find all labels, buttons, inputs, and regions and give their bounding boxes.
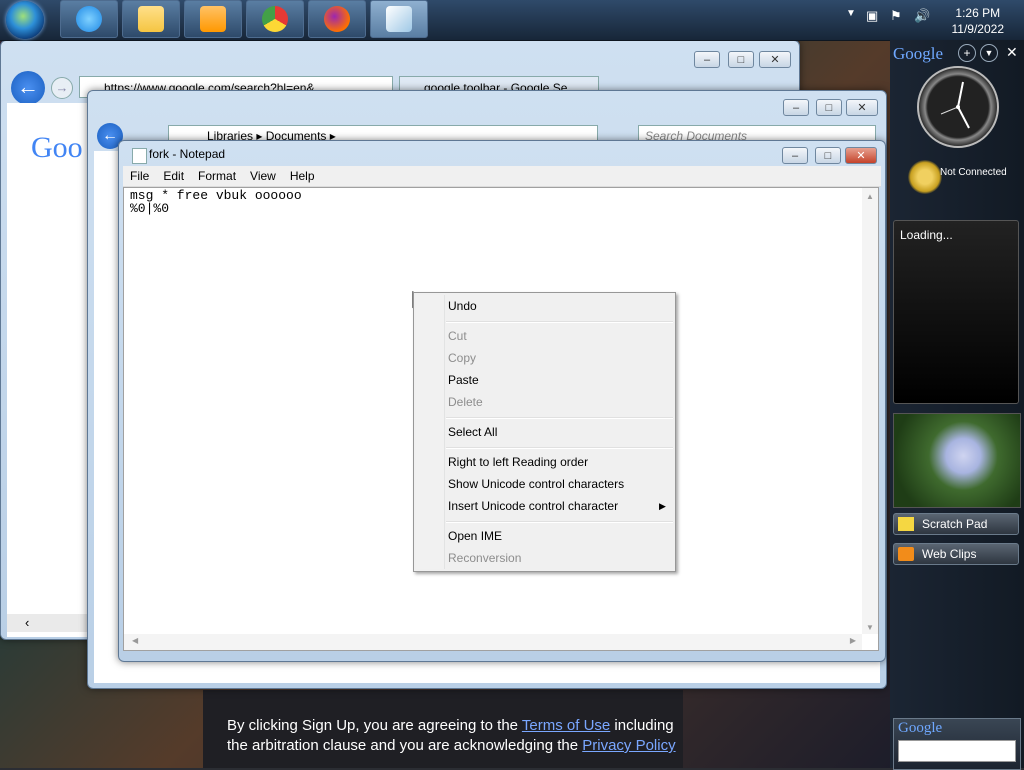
chrome-icon [262, 6, 288, 32]
menu-separator [446, 521, 673, 523]
menu-item-select-all[interactable]: Select All [414, 421, 675, 443]
browser-back-button[interactable]: ← [11, 71, 45, 105]
menu-item-cut[interactable]: Cut [414, 325, 675, 347]
browser-maximize-button[interactable]: □ [728, 51, 754, 68]
menu-item-open-ime[interactable]: Open IME [414, 525, 675, 547]
notepad-icon [132, 148, 147, 164]
google-logo: Goo [31, 131, 83, 164]
clock-time: 1:26 PM [955, 6, 1001, 20]
taskbar-notepad[interactable] [370, 0, 428, 38]
search-gadget-logo: Google [898, 720, 943, 736]
notepad-maximize-button[interactable]: □ [815, 147, 841, 164]
flag-icon[interactable]: ⚑ [890, 8, 902, 24]
signup-disclaimer: By clicking Sign Up, you are agreeing to… [203, 690, 683, 768]
web-clips-label: Web Clips [922, 547, 977, 561]
notepad-minimize-button[interactable]: – [782, 147, 808, 164]
notepad-title: fork - Notepad [149, 147, 226, 161]
speaker-icon[interactable]: 🔊 [914, 8, 930, 24]
menu-item-insert-unicode[interactable]: Insert Unicode control character [414, 495, 675, 517]
menu-separator [446, 417, 673, 419]
sidebar-google-logo: Google [893, 44, 944, 63]
notepad-vertical-scrollbar[interactable]: ▲ ▼ [862, 188, 878, 634]
folder-icon [138, 6, 164, 32]
context-menu: Undo Cut Copy Paste Delete Select All Ri… [413, 292, 676, 572]
rss-feed-icon [898, 547, 914, 561]
menu-view[interactable]: View [243, 169, 283, 183]
taskbar-windows-explorer[interactable] [122, 0, 180, 38]
notepad-close-button[interactable]: ✕ [845, 147, 877, 164]
sidebar-close-icon[interactable]: ✕ [1006, 44, 1018, 61]
terms-of-use-link[interactable]: Terms of Use [522, 717, 610, 734]
feed-loading-text: Loading... [900, 228, 953, 242]
system-clock[interactable]: 1:26 PM 11/9/2022 [952, 5, 1005, 37]
news-feed-gadget: Loading... [893, 220, 1019, 404]
weather-status: Not Connected [940, 167, 1007, 178]
firefox-icon [324, 6, 350, 32]
internet-explorer-icon [76, 6, 102, 32]
menu-item-undo[interactable]: Undo [414, 295, 675, 317]
menu-help[interactable]: Help [283, 169, 322, 183]
analog-clock-gadget [917, 66, 999, 148]
explorer-maximize-button[interactable]: □ [816, 99, 842, 116]
photo-gadget[interactable] [893, 413, 1021, 508]
notepad-horizontal-scrollbar[interactable]: ◀ ▶ [124, 634, 862, 650]
menu-separator [446, 447, 673, 449]
show-hidden-icons-button[interactable]: ▼ [846, 8, 856, 19]
explorer-minimize-button[interactable]: – [783, 99, 809, 116]
media-player-icon [200, 6, 226, 32]
taskbar-media-player[interactable] [184, 0, 242, 38]
disclaimer-text-1: By clicking Sign Up, you are agreeing to… [227, 717, 522, 734]
menu-item-rtl-reading-order[interactable]: Right to left Reading order [414, 451, 675, 473]
browser-forward-button[interactable]: → [51, 77, 73, 99]
browser-minimize-button[interactable]: – [694, 51, 720, 68]
scratch-pad-gadget[interactable]: Scratch Pad [893, 513, 1019, 535]
text-line-2: %0|%0 [130, 201, 170, 216]
menu-item-copy[interactable]: Copy [414, 347, 675, 369]
weather-sun-icon [908, 160, 942, 194]
taskbar-internet-explorer[interactable] [60, 0, 118, 38]
menu-edit[interactable]: Edit [156, 169, 191, 183]
text-line-1: msg * free vbuk oooooo [130, 188, 302, 203]
scratch-pad-icon [898, 517, 914, 531]
notepad-menubar: File Edit Format View Help [123, 166, 881, 187]
scratch-pad-label: Scratch Pad [922, 517, 988, 531]
notepad-icon [386, 6, 412, 32]
network-icon[interactable]: ▣ [866, 8, 878, 24]
menu-format[interactable]: Format [191, 169, 243, 183]
web-clips-gadget[interactable]: Web Clips [893, 543, 1019, 565]
privacy-policy-link[interactable]: Privacy Policy [582, 737, 675, 754]
menu-item-show-unicode[interactable]: Show Unicode control characters [414, 473, 675, 495]
sidebar-menu-icon[interactable]: ▼ [980, 44, 998, 62]
start-button[interactable] [6, 1, 44, 39]
menu-item-delete[interactable]: Delete [414, 391, 675, 413]
clock-date: 11/9/2022 [951, 22, 1005, 36]
sidebar-search-input[interactable] [898, 740, 1016, 762]
explorer-close-button[interactable]: ✕ [846, 99, 878, 116]
menu-item-paste[interactable]: Paste [414, 369, 675, 391]
horizontal-scrollbar[interactable]: ‹ [7, 614, 91, 632]
clock-face-icon [940, 81, 970, 129]
submenu-arrow-icon: ▶ [659, 501, 666, 511]
taskbar-firefox[interactable] [308, 0, 366, 38]
browser-close-button[interactable]: ✕ [759, 51, 791, 68]
taskbar-chrome[interactable] [246, 0, 304, 38]
menu-item-reconversion[interactable]: Reconversion [414, 547, 675, 569]
menu-separator [446, 321, 673, 323]
menu-file[interactable]: File [123, 169, 156, 183]
add-gadget-icon[interactable]: + [958, 44, 976, 62]
